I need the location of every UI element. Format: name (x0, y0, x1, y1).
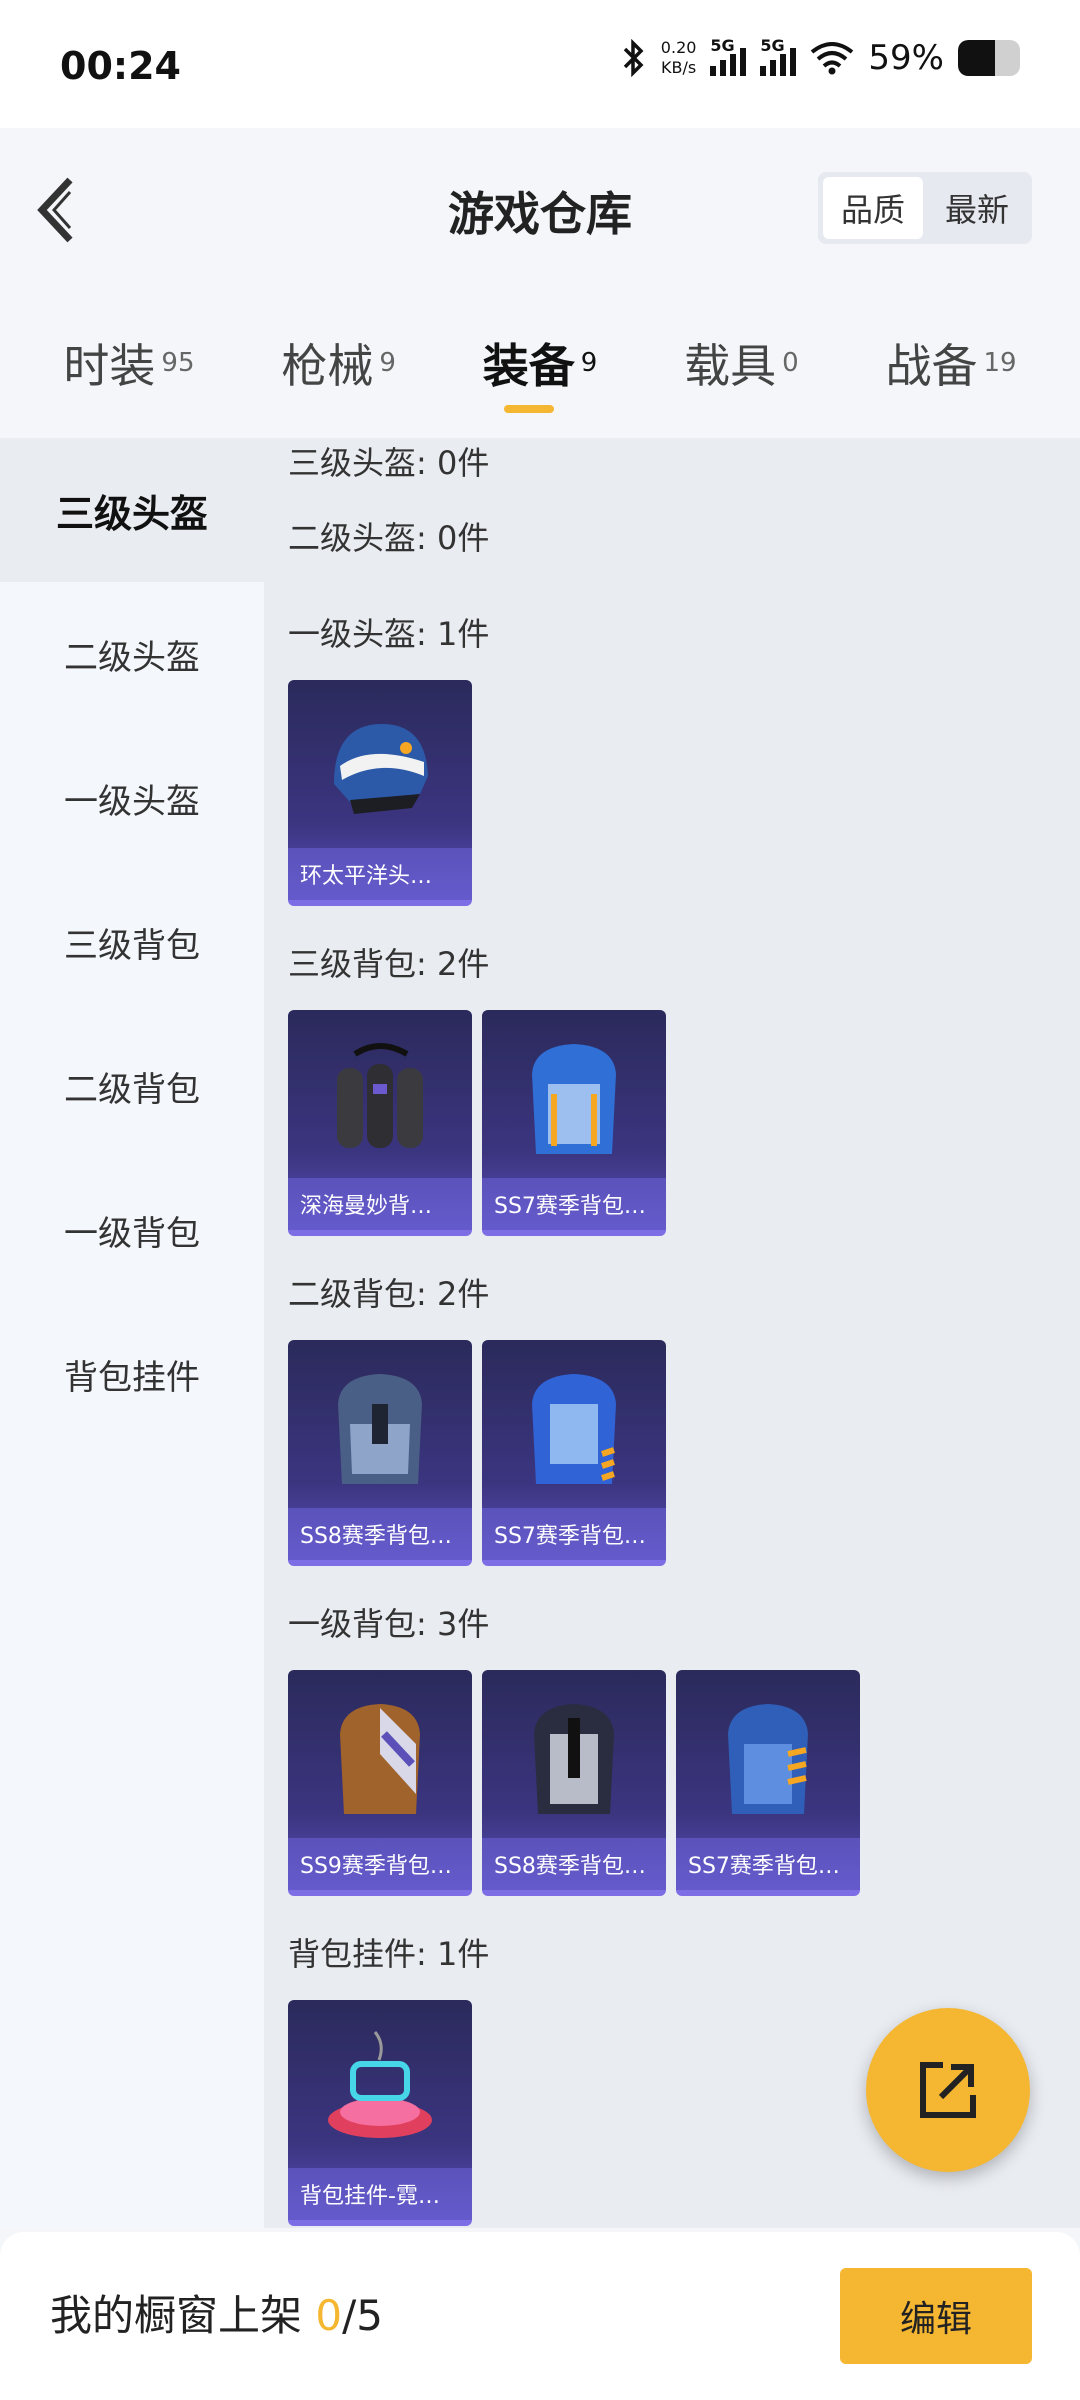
backpack-image (288, 1354, 472, 1504)
tab-equipment[interactable]: 装备 9 (483, 313, 597, 413)
category-tabs: 时装 95 枪械 9 装备 9 载具 0 战备 19 (0, 288, 1080, 438)
bluetooth-icon (623, 39, 644, 77)
group-title: 三级头盔: 0件 (288, 444, 490, 482)
backpack-charm-image (288, 2014, 472, 2164)
sidebar-item-level3-backpack[interactable]: 三级背包 (0, 870, 264, 1014)
item-card[interactable]: 深海曼妙背… (288, 1010, 472, 1236)
group-title: 一级背包: 3件 (288, 1605, 490, 1643)
active-tab-indicator (503, 405, 554, 413)
item-list: 三级头盔: 0件 二级头盔: 0件 一级头盔: 1件 环太平洋头… 三级背包: … (264, 438, 1080, 2228)
subcategory-sidebar: 三级头盔 二级头盔 一级头盔 三级背包 二级背包 一级背包 背包挂件 (0, 438, 264, 2228)
battery-text: 59% (868, 38, 944, 78)
backpack-image (482, 1024, 666, 1174)
edit-button[interactable]: 编辑 (840, 2268, 1032, 2364)
sidebar-item-level2-backpack[interactable]: 二级背包 (0, 1014, 264, 1158)
item-card[interactable]: SS8赛季背包… (288, 1340, 472, 1566)
group-title: 二级头盔: 0件 (288, 519, 490, 557)
item-card[interactable]: SS7赛季背包… (482, 1010, 666, 1236)
sidebar-item-level3-helmet[interactable]: 三级头盔 (0, 438, 264, 582)
showcase-total: /5 (342, 2291, 383, 2340)
signal-icon-sim1: 5G (710, 36, 747, 76)
item-card[interactable]: SS9赛季背包… (288, 1670, 472, 1896)
showcase-status: 我的橱窗上架 0/5 (50, 2291, 383, 2340)
item-card[interactable]: SS7赛季背包… (676, 1670, 860, 1896)
battery-icon (958, 40, 1020, 76)
share-button[interactable] (866, 2008, 1030, 2172)
sidebar-item-backpack-charm[interactable]: 背包挂件 (0, 1302, 264, 1446)
diving-backpack-image (288, 1024, 472, 1174)
group-title: 背包挂件: 1件 (288, 1935, 490, 1973)
page-header: 游戏仓库 品质 最新 (0, 128, 1080, 288)
sort-toggle: 品质 最新 (818, 172, 1032, 244)
backpack-image (482, 1684, 666, 1834)
signal-icon-sim2: 5G (760, 36, 797, 76)
status-icons: 0.20 KB/s 5G 5G 59% (621, 36, 1020, 78)
tab-fashion[interactable]: 时装 95 (63, 313, 194, 413)
helmet-image (288, 694, 472, 844)
item-card[interactable]: 背包挂件-霓… (288, 2000, 472, 2226)
tab-vehicles[interactable]: 载具 0 (684, 313, 799, 413)
group-title: 一级头盔: 1件 (288, 615, 490, 653)
item-card[interactable]: SS7赛季背包… (482, 1340, 666, 1566)
item-card[interactable]: SS8赛季背包… (482, 1670, 666, 1896)
status-bar: 00:24 0.20 KB/s 5G 5G 59% (0, 0, 1080, 128)
sort-newest-button[interactable]: 最新 (927, 177, 1027, 239)
sidebar-item-level2-helmet[interactable]: 二级头盔 (0, 582, 264, 726)
sidebar-item-level1-backpack[interactable]: 一级背包 (0, 1158, 264, 1302)
share-icon (920, 2062, 976, 2118)
group-title: 三级背包: 2件 (288, 945, 490, 983)
group-title: 二级背包: 2件 (288, 1275, 490, 1313)
sidebar-item-level1-helmet[interactable]: 一级头盔 (0, 726, 264, 870)
backpack-image (288, 1684, 472, 1834)
wifi-icon (811, 42, 854, 75)
item-card[interactable]: 环太平洋头… (288, 680, 472, 906)
showcase-count: 0 (315, 2291, 343, 2340)
status-time: 00:24 (60, 44, 181, 88)
sort-quality-button[interactable]: 品质 (823, 177, 923, 239)
backpack-image (676, 1684, 860, 1834)
bottom-bar: 我的橱窗上架 0/5 编辑 (0, 2232, 1080, 2400)
backpack-image (482, 1354, 666, 1504)
tab-combat-gear[interactable]: 战备 19 (885, 313, 1016, 413)
tab-firearms[interactable]: 枪械 9 (281, 313, 396, 413)
net-speed: 0.20 KB/s (660, 38, 697, 77)
